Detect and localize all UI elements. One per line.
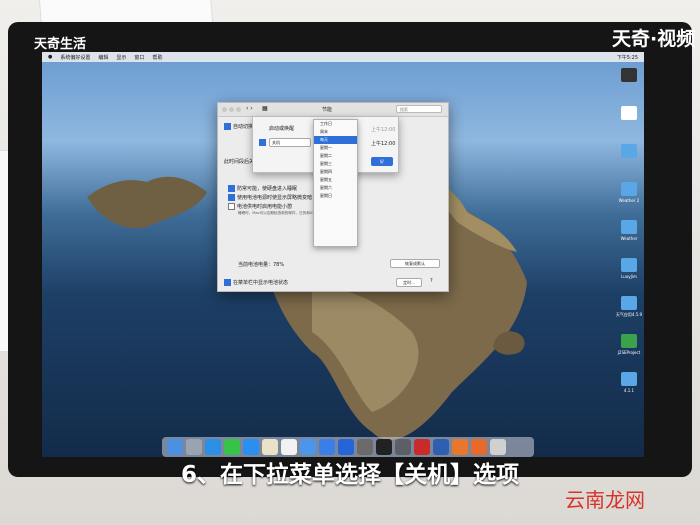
dropdown-item[interactable]: 周末: [314, 128, 357, 136]
menu-item[interactable]: 系统偏好设置: [60, 54, 90, 61]
dropdown-item[interactable]: 星期三: [314, 160, 357, 168]
system-preferences-icon[interactable]: [357, 439, 373, 455]
menu-item[interactable]: 帮助: [152, 54, 162, 61]
day-dropdown-menu: 工作日 周末 每天 星期一 星期二 星期三 星期四 星期五 星期六 星期日: [313, 119, 358, 247]
option-checkbox[interactable]: [228, 203, 235, 210]
menu-item[interactable]: 编辑: [98, 54, 108, 61]
option-row[interactable]: 电池供电时启用电能小憩: [228, 203, 292, 210]
dropdown-item[interactable]: 星期二: [314, 152, 357, 160]
search-field[interactable]: 搜索: [396, 105, 442, 113]
window-titlebar: ‹ › ▦ 节能 搜索: [218, 103, 448, 117]
calendar-icon[interactable]: [281, 439, 297, 455]
help-button[interactable]: ?: [430, 278, 433, 284]
action-checkbox[interactable]: [259, 139, 266, 146]
messages-icon[interactable]: [224, 439, 240, 455]
show-battery-checkbox[interactable]: [224, 279, 231, 286]
desktop-icons: Weather 2 Weather LuoyJim 天气应用4.5.9 J2SE…: [614, 64, 644, 406]
time-field[interactable]: 上午12:00: [371, 126, 395, 133]
mac-screen: ● 系统偏好设置 编辑 显示 窗口 帮助 下午5:25 ‹ › ▦ 节能 搜索 …: [42, 52, 644, 457]
minimize-button[interactable]: [229, 107, 234, 112]
folder-icon[interactable]: 4.1.1: [614, 368, 644, 406]
notes-icon[interactable]: [262, 439, 278, 455]
grid-icon[interactable]: ▦: [262, 105, 268, 112]
folder-icon[interactable]: 天气应用4.5.9: [614, 292, 644, 330]
mail-icon[interactable]: [243, 439, 259, 455]
dropdown-item[interactable]: 星期四: [314, 168, 357, 176]
dropdown-item[interactable]: 星期六: [314, 184, 357, 192]
folder-icon[interactable]: [614, 140, 644, 178]
download-icon[interactable]: [338, 439, 354, 455]
window-title: 节能: [322, 107, 333, 113]
terminal-icon[interactable]: [376, 439, 392, 455]
show-battery-row[interactable]: 在菜单栏中显示电池状态: [224, 279, 288, 286]
zoom-button[interactable]: [236, 107, 241, 112]
app-store-icon[interactable]: [319, 439, 335, 455]
trash-icon[interactable]: [490, 439, 506, 455]
energy-saver-window: ‹ › ▦ 节能 搜索 自动切换图形 此时间段后关闭显示器 防常可能，使硬盘进入…: [217, 102, 449, 292]
restore-defaults-button[interactable]: 恢复成默认: [390, 259, 440, 268]
action-select[interactable]: 关机: [269, 138, 311, 147]
dropdown-item[interactable]: 星期日: [314, 192, 357, 200]
desktop-icon[interactable]: [614, 64, 644, 102]
firefox-icon[interactable]: [452, 439, 468, 455]
time-field[interactable]: 上午12:00: [371, 140, 395, 147]
menu-bar: ● 系统偏好设置 编辑 显示 窗口 帮助 下午5:25: [42, 52, 644, 62]
schedule-button[interactable]: 定时...: [396, 278, 422, 287]
dock: [162, 437, 534, 457]
nav-arrows-icon[interactable]: ‹ ›: [246, 105, 253, 112]
dropdown-item-selected[interactable]: 每天: [314, 136, 357, 144]
preferences-icon[interactable]: [395, 439, 411, 455]
desktop-icon[interactable]: J2SEProject: [614, 330, 644, 368]
island-left-wallpaper: [87, 176, 207, 229]
folder-icon[interactable]: LuoyJim: [614, 254, 644, 292]
apple-icon[interactable]: ●: [48, 54, 52, 60]
files-icon[interactable]: [300, 439, 316, 455]
finder-icon[interactable]: [167, 439, 183, 455]
search-placeholder: 搜索: [400, 107, 408, 112]
battery-level: 当前电池电量：78%: [238, 262, 285, 268]
menu-item[interactable]: 显示: [116, 54, 126, 61]
logo-left: 天奇生活: [34, 37, 87, 52]
app-icon[interactable]: [471, 439, 487, 455]
ok-button[interactable]: 好: [371, 157, 393, 166]
dropdown-item[interactable]: 星期五: [314, 176, 357, 184]
menu-item[interactable]: 窗口: [134, 54, 144, 61]
folder-icon[interactable]: Weather 2: [614, 178, 644, 216]
safari-icon[interactable]: [205, 439, 221, 455]
option-checkbox[interactable]: [228, 194, 235, 201]
startup-label[interactable]: 启动或唤醒: [269, 125, 294, 132]
folder-icon[interactable]: Weather: [614, 216, 644, 254]
watermark-text: 云南龙网: [565, 488, 645, 512]
option-row[interactable]: 防常可能，使硬盘进入睡眠: [228, 185, 297, 192]
dropdown-item[interactable]: 工作日: [314, 120, 357, 128]
logo-right: 天奇·视频: [612, 28, 696, 50]
option-row[interactable]: 使用电池电源时使显示屏略微变暗: [228, 194, 312, 201]
app-icon[interactable]: [433, 439, 449, 455]
qq-icon[interactable]: [414, 439, 430, 455]
menu-clock[interactable]: 下午5:25: [617, 54, 638, 61]
launchpad-icon[interactable]: [186, 439, 202, 455]
auto-switch-checkbox[interactable]: [224, 123, 231, 130]
close-button[interactable]: [222, 107, 227, 112]
dropdown-item[interactable]: 星期一: [314, 144, 357, 152]
option-checkbox[interactable]: [228, 185, 235, 192]
rock-wallpaper: [493, 331, 525, 355]
desktop-icon[interactable]: [614, 102, 644, 140]
